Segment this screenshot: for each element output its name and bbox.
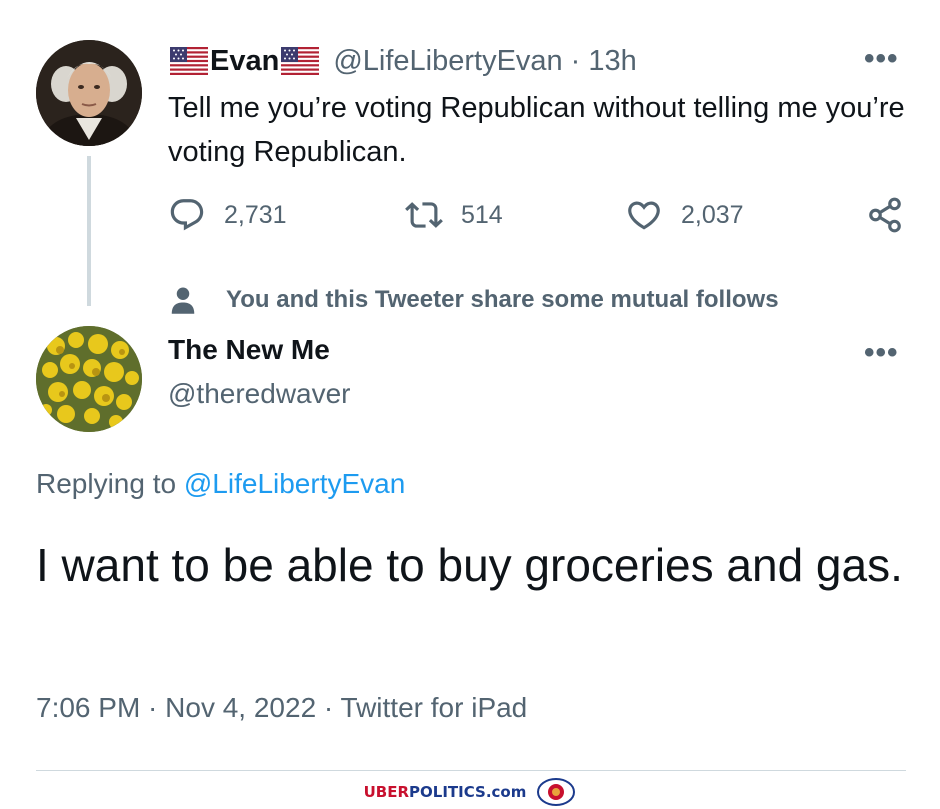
retweet-count: 514 [461, 200, 503, 229]
watermark-part2: POLITICS.com [409, 783, 527, 801]
share-button[interactable] [866, 196, 922, 234]
uberpolitics-watermark: UBER POLITICS.com [0, 778, 940, 806]
reply-icon [170, 199, 204, 231]
more-icon[interactable]: ••• [864, 336, 899, 370]
us-flag-icon [281, 47, 320, 75]
reply-button[interactable]: 2,731 [168, 196, 287, 234]
washington-portrait-icon [36, 40, 142, 146]
more-icon[interactable]: ••• [864, 42, 899, 76]
evan-avatar[interactable] [36, 40, 142, 146]
yellow-flowers-icon [36, 326, 142, 432]
retweet-icon [405, 202, 443, 228]
like-count: 2,037 [681, 200, 744, 229]
separator-dot: · [570, 44, 581, 77]
thread-line [87, 156, 91, 306]
watermark-part1: UBER [363, 783, 410, 801]
reply-count: 2,731 [224, 200, 287, 229]
tweet-header: Evan @LifeLibertyEvan · 13h [168, 42, 637, 80]
divider [36, 770, 906, 771]
tweet-text: Tell me you’re voting Republican without… [168, 92, 905, 168]
us-flag-icon [170, 47, 208, 75]
replying-to-line: Replying to @LifeLibertyEvan [36, 468, 405, 500]
person-icon [171, 287, 195, 314]
reply-text: I want to be able to buy groceries and g… [36, 539, 903, 591]
tweet-time[interactable]: 13h [588, 45, 636, 78]
replying-to-label: Replying to [36, 468, 177, 499]
tweet-author-handle[interactable]: @LifeLibertyEvan [333, 45, 562, 78]
tweet-author-name[interactable]: Evan [210, 45, 279, 78]
mutual-follows-notice: You and this Tweeter share some mutual f… [168, 280, 779, 320]
reply-timestamp[interactable]: 7:06 PM · Nov 4, 2022 · Twitter for iPad [36, 692, 527, 724]
like-icon [628, 201, 660, 230]
lion-logo-icon [537, 778, 576, 806]
new-me-avatar[interactable] [36, 326, 142, 432]
like-button[interactable]: 2,037 [625, 196, 744, 234]
mutual-follows-text: You and this Tweeter share some mutual f… [226, 286, 779, 313]
replying-to-handle-link[interactable]: @LifeLibertyEvan [184, 468, 405, 499]
reply-author-handle[interactable]: @theredwaver [168, 378, 351, 410]
tweet-actions: 2,731 514 2,037 [168, 196, 908, 246]
reply-author-name[interactable]: The New Me [168, 334, 330, 366]
retweet-button[interactable]: 514 [405, 196, 503, 234]
share-icon [869, 197, 901, 233]
